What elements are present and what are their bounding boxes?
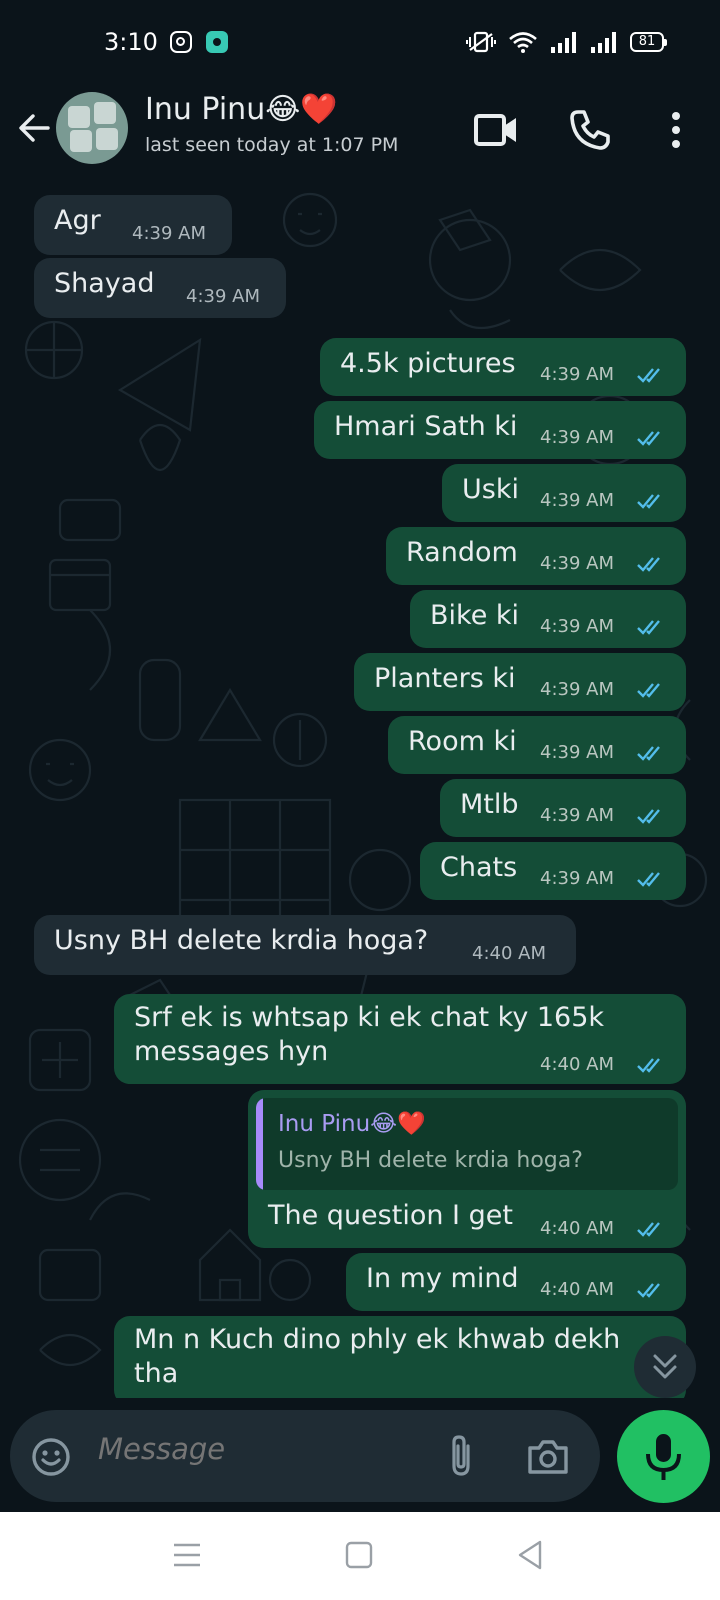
contact-name[interactable]: Inu Pinu😂❤️ [145, 92, 338, 127]
message-text: Room ki [408, 726, 517, 757]
read-receipt-icon [637, 431, 660, 446]
quoted-message[interactable]: Inu Pinu😂❤️ Usny BH delete krdia hoga? [256, 1098, 678, 1190]
message-bubble-outgoing[interactable]: Planters ki 4:39 AM [354, 653, 686, 711]
emoji-icon[interactable] [30, 1436, 72, 1478]
message-bubble-outgoing[interactable]: Mn n Kuch dino phly ek khwab dekh tha [114, 1316, 686, 1406]
message-bubble-incoming[interactable]: Shayad 4:39 AM [34, 258, 286, 318]
message-bubble-outgoing[interactable]: Random 4:39 AM [386, 527, 686, 585]
video-call-icon[interactable] [472, 106, 520, 154]
scroll-to-bottom-button[interactable] [634, 1336, 696, 1398]
message-text: Bike ki [430, 600, 520, 631]
message-time: 4:39 AM [540, 742, 614, 763]
quoted-text: Usny BH delete krdia hoga? [278, 1148, 583, 1173]
read-receipt-icon [637, 368, 660, 383]
more-vert-icon[interactable] [652, 106, 700, 154]
message-text-line-2: messages hyn [134, 1036, 329, 1067]
chat-header: Inu Pinu😂❤️ last seen today at 1:07 PM [0, 88, 720, 180]
message-bubble-outgoing[interactable]: Mtlb 4:39 AM [440, 779, 686, 837]
message-text: Shayad [54, 268, 155, 299]
message-bubble-outgoing[interactable]: Chats 4:39 AM [420, 842, 686, 900]
voice-record-button[interactable] [617, 1410, 710, 1503]
message-time: 4:39 AM [540, 868, 614, 889]
message-text: Uski [462, 474, 519, 505]
read-receipt-icon [637, 1222, 660, 1237]
message-text: Mn n Kuch dino phly ek khwab dekh [134, 1324, 621, 1355]
message-bubble-incoming[interactable]: Usny BH delete krdia hoga? 4:40 AM [34, 915, 576, 975]
read-receipt-icon [637, 557, 660, 572]
message-time: 4:39 AM [540, 805, 614, 826]
message-text: Random [406, 537, 518, 568]
camera-icon[interactable] [526, 1436, 570, 1476]
message-time: 4:40 AM [540, 1054, 614, 1075]
back-arrow-icon[interactable] [14, 108, 54, 148]
message-bubble-incoming[interactable]: Agr 4:39 AM [34, 195, 232, 255]
status-time: 3:10 [104, 28, 158, 56]
message-bubble-outgoing[interactable]: Srf ek is whtsap ki ek chat ky 165k mess… [114, 994, 686, 1084]
message-time: 4:39 AM [540, 427, 614, 448]
message-time: 4:39 AM [540, 364, 614, 385]
message-input-container[interactable] [10, 1410, 600, 1502]
message-bubble-outgoing[interactable]: 4.5k pictures 4:39 AM [320, 338, 686, 396]
message-time: 4:40 AM [472, 943, 546, 964]
message-text: 4.5k pictures [340, 348, 516, 379]
message-bubble-outgoing[interactable]: Room ki 4:39 AM [388, 716, 686, 774]
message-time: 4:40 AM [540, 1279, 614, 1300]
phone-icon[interactable] [566, 106, 614, 154]
quote-accent-bar [256, 1098, 263, 1190]
message-text: Chats [440, 852, 518, 883]
read-receipt-icon [637, 620, 660, 635]
message-bubble-reply[interactable]: Inu Pinu😂❤️ Usny BH delete krdia hoga? T… [248, 1090, 686, 1248]
signal-icon-1 [551, 32, 576, 53]
message-text-line-1: Srf ek is whtsap ki ek chat ky 165k [134, 1002, 605, 1033]
message-time: 4:40 AM [540, 1218, 614, 1239]
message-text: Hmari Sath ki [334, 411, 518, 442]
chat-area[interactable]: Agr 4:39 AM Shayad 4:39 AM 4.5k pictures… [0, 180, 720, 1482]
mic-icon [646, 1434, 681, 1480]
message-bubble-outgoing[interactable]: Uski 4:39 AM [442, 464, 686, 522]
recents-menu-icon[interactable] [170, 1540, 204, 1570]
read-receipt-icon [637, 1058, 660, 1073]
read-receipt-icon [637, 494, 660, 509]
attach-icon[interactable] [446, 1432, 476, 1480]
vibrate-icon [466, 31, 496, 53]
message-text: Planters ki [374, 663, 516, 694]
home-icon[interactable] [342, 1538, 376, 1572]
scroll-down-icon [653, 1354, 677, 1379]
system-navigation-bar [0, 1512, 720, 1600]
app-notification-icon [206, 31, 228, 53]
message-time: 4:39 AM [540, 679, 614, 700]
message-time: 4:39 AM [540, 553, 614, 574]
status-icons: 81 [466, 30, 667, 54]
message-text: Mtlb [460, 789, 519, 820]
message-text: Usny BH delete krdia hoga? [54, 925, 429, 956]
read-receipt-icon [637, 809, 660, 824]
message-text: In my mind [366, 1263, 519, 1294]
message-time: 4:39 AM [540, 616, 614, 637]
message-composer [0, 1398, 720, 1508]
battery-icon: 81 [630, 32, 667, 52]
read-receipt-icon [637, 746, 660, 761]
message-time: 4:39 AM [186, 286, 260, 307]
message-bubble-outgoing[interactable]: In my mind 4:40 AM [346, 1253, 686, 1311]
read-receipt-icon [637, 683, 660, 698]
signal-icon-2 [591, 32, 616, 53]
back-nav-icon[interactable] [514, 1538, 548, 1572]
message-text-partial: tha [134, 1358, 179, 1389]
message-text: The question I get [268, 1200, 513, 1231]
quoted-sender: Inu Pinu😂❤️ [278, 1111, 426, 1137]
avatar[interactable] [56, 92, 128, 164]
last-seen-status[interactable]: last seen today at 1:07 PM [145, 134, 398, 156]
message-bubble-outgoing[interactable]: Bike ki 4:39 AM [410, 590, 686, 648]
instagram-notification-icon [170, 31, 192, 53]
message-time: 4:39 AM [540, 490, 614, 511]
message-text: Agr [54, 205, 101, 236]
message-time: 4:39 AM [132, 223, 206, 244]
message-input[interactable] [98, 1432, 428, 1466]
wifi-icon [509, 32, 537, 53]
message-bubble-outgoing[interactable]: Hmari Sath ki 4:39 AM [314, 401, 686, 459]
read-receipt-icon [637, 872, 660, 887]
status-bar: 3:10 81 [0, 0, 720, 88]
read-receipt-icon [637, 1283, 660, 1298]
